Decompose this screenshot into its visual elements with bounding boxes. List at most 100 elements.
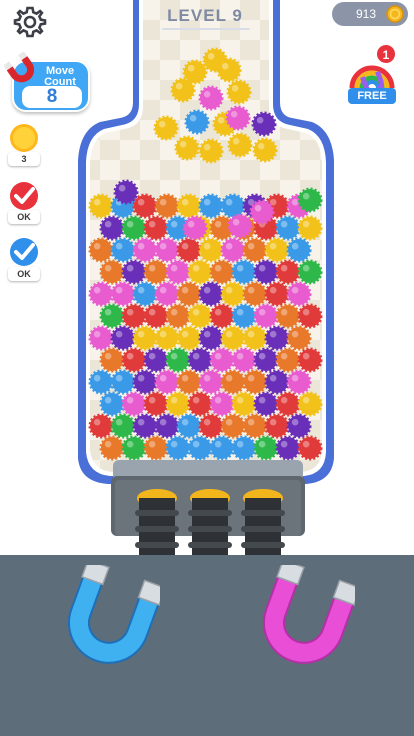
ball [198,413,224,439]
booster-count-sun: 3 [8,152,40,166]
ball [143,303,169,329]
ball [286,281,312,307]
ball [176,237,202,263]
ball [264,237,290,263]
ball [143,347,169,373]
ball [143,259,169,285]
ball [88,325,114,351]
ball [154,325,180,351]
ball [227,213,253,239]
ball [220,325,246,351]
ball [198,237,224,263]
ball [264,369,290,395]
settings-button[interactable] [10,2,50,42]
ball [110,237,136,263]
ball [132,281,158,307]
ball [286,237,312,263]
move-count-value-box: 8 [22,86,82,108]
pink-magnet-icon[interactable] [255,565,355,670]
ball [132,193,158,219]
ball [176,281,202,307]
ball [121,347,147,373]
ball [121,259,147,285]
drain-machine [111,460,305,558]
ball [251,111,277,137]
ball [275,347,301,373]
ball [165,347,191,373]
ball [153,115,179,141]
ball [88,193,114,219]
ball [99,303,125,329]
ball [253,303,279,329]
ball [110,369,136,395]
ball [198,138,224,164]
ball [198,281,224,307]
ball [209,259,235,285]
ball [198,325,224,351]
ball [165,391,191,417]
sun-coin-icon[interactable] [8,122,40,156]
ball [99,347,125,373]
ball [182,215,208,241]
ball [242,237,268,263]
ball [275,303,301,329]
red-check-icon[interactable] [8,180,40,214]
ball [297,187,323,213]
drill-middle [188,489,232,558]
ball [154,369,180,395]
ball [154,281,180,307]
ball [88,237,114,263]
ball [154,237,180,263]
ball [99,215,125,241]
ball [275,435,301,461]
ball [187,435,213,461]
ball [253,391,279,417]
ball [165,259,191,285]
ball [209,347,235,373]
booster-tag-red-check: OK [8,210,40,224]
ball [297,391,323,417]
coin-counter: 913 [332,2,408,26]
ball [99,259,125,285]
ball [242,281,268,307]
ball [121,391,147,417]
ball [242,369,268,395]
ball [121,303,147,329]
ball [165,303,191,329]
ball [170,77,196,103]
blue-magnet-icon[interactable] [60,565,160,670]
blue-check-icon[interactable] [8,236,40,270]
ball [264,325,290,351]
move-count-label: Move Count [32,66,88,88]
ball [143,215,169,241]
ball [297,347,323,373]
ball [231,303,257,329]
ball [286,369,312,395]
ball [231,391,257,417]
ball [99,391,125,417]
ball [253,435,279,461]
ball [176,413,202,439]
free-booster-badge: 1 [376,44,396,64]
ball [253,347,279,373]
ball [132,413,158,439]
ball [264,281,290,307]
free-booster-label[interactable]: FREE [348,88,396,104]
ball [187,347,213,373]
drill-left [135,489,179,558]
ball [88,281,114,307]
coin-count: 913 [355,7,377,21]
ball [242,325,268,351]
ball [220,237,246,263]
ball [187,391,213,417]
ball [110,325,136,351]
ball [297,303,323,329]
ball [187,259,213,285]
ball [286,325,312,351]
ball [275,215,301,241]
level-underline [162,28,250,30]
ball [110,281,136,307]
ball [216,57,242,83]
ball [220,369,246,395]
ball [252,137,278,163]
